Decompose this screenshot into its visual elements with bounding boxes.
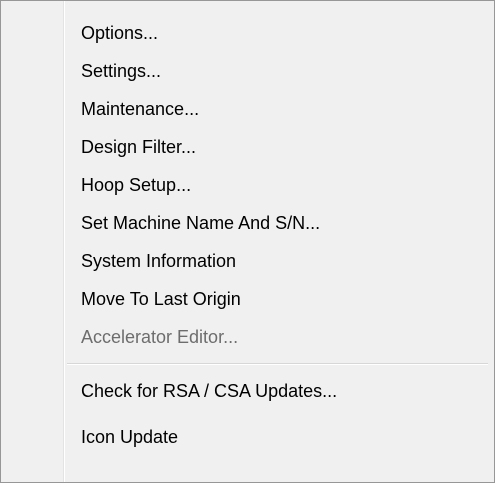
menu-item-move-to-last-origin[interactable]: Move To Last Origin [81,281,241,317]
menu-item-settings[interactable]: Settings... [81,53,161,89]
menu-item-hoop-setup[interactable]: Hoop Setup... [81,167,191,203]
context-menu: Options... Settings... Maintenance... De… [0,0,495,483]
menu-item-maintenance[interactable]: Maintenance... [81,91,199,127]
menu-item-icon-update[interactable]: Icon Update [81,419,178,455]
menu-separator [67,363,488,365]
menu-item-system-information[interactable]: System Information [81,243,236,279]
menu-item-check-updates[interactable]: Check for RSA / CSA Updates... [81,373,337,409]
menu-item-options[interactable]: Options... [81,15,158,51]
menu-item-design-filter[interactable]: Design Filter... [81,129,196,165]
menu-icon-gutter [63,1,65,482]
menu-item-set-machine-name[interactable]: Set Machine Name And S/N... [81,205,320,241]
menu-item-accelerator-editor: Accelerator Editor... [81,327,239,347]
